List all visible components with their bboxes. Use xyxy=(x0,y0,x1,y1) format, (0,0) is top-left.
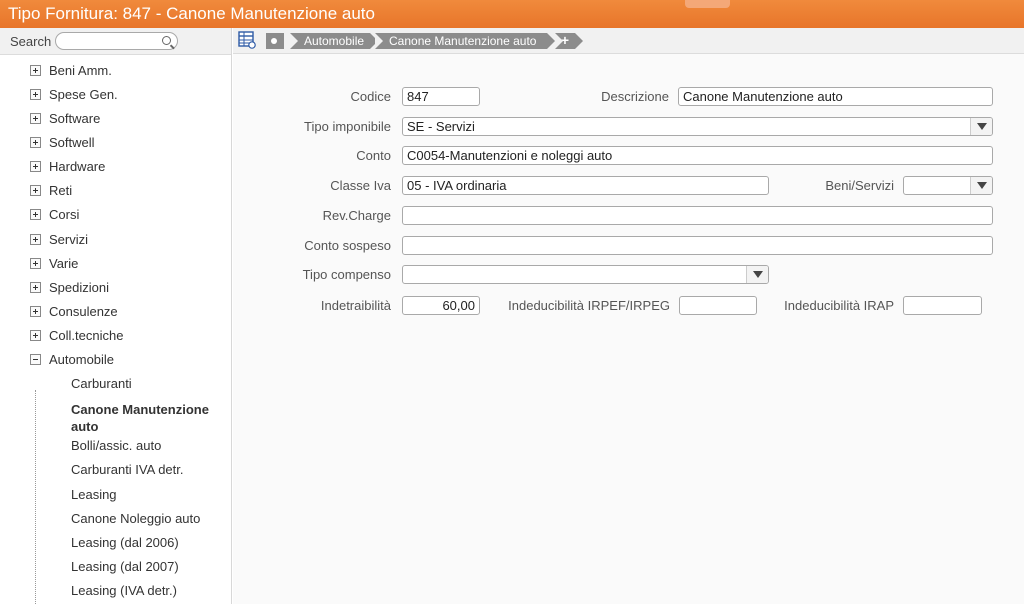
tree-child-carburanti[interactable]: Carburanti xyxy=(71,375,132,392)
codice-field[interactable]: 847 xyxy=(402,87,480,106)
tree-item-label: Spedizioni xyxy=(49,279,109,295)
tree-child-canone-manutenzione-selected[interactable]: Canone Manutenzione xyxy=(71,401,209,418)
tree-item-corsi[interactable]: Corsi xyxy=(30,204,79,224)
tree-child-canone-manutenzione-wrap[interactable]: auto xyxy=(71,418,98,435)
tree-item-hardware[interactable]: Hardware xyxy=(30,156,105,176)
breadcrumb-item-current[interactable]: Canone Manutenzione auto xyxy=(375,33,555,49)
breadcrumb-home-icon[interactable] xyxy=(266,33,284,49)
tree-connector xyxy=(35,390,36,604)
expand-icon[interactable] xyxy=(30,184,41,196)
ind-irap-field[interactable] xyxy=(903,296,982,315)
rev-charge-label: Rev.Charge xyxy=(322,208,391,223)
tree-child-leasing-2006[interactable]: Leasing (dal 2006) xyxy=(71,534,179,551)
tree-item-software[interactable]: Software xyxy=(30,108,100,128)
tipo-imponibile-select[interactable]: SE - Servizi xyxy=(402,117,993,136)
descrizione-field[interactable]: Canone Manutenzione auto xyxy=(678,87,993,106)
tree-item-label: Spese Gen. xyxy=(49,86,118,102)
tree-item-label: Beni Amm. xyxy=(49,62,112,78)
expand-icon[interactable] xyxy=(30,208,41,220)
tree-item-automobile[interactable]: Automobile xyxy=(30,349,114,369)
expand-icon[interactable] xyxy=(30,257,41,269)
tree-item-label: Consulenze xyxy=(49,303,118,319)
tree-item-spese-gen[interactable]: Spese Gen. xyxy=(30,84,118,104)
conto-field[interactable]: C0054-Manutenzioni e noleggi auto xyxy=(402,146,993,165)
toolbar: Automobile Canone Manutenzione auto + xyxy=(233,28,1024,54)
tree-item-consulenze[interactable]: Consulenze xyxy=(30,301,118,321)
main-panel: Automobile Canone Manutenzione auto + Co… xyxy=(233,28,1024,604)
descrizione-label: Descrizione xyxy=(601,89,669,104)
sidebar: Search Beni Amm. Spese Gen. Software Sof… xyxy=(0,28,232,604)
conto-sospeso-field[interactable] xyxy=(402,236,993,255)
tipo-compenso-select[interactable] xyxy=(402,265,769,284)
conto-sospeso-label: Conto sospeso xyxy=(304,238,391,253)
expand-icon[interactable] xyxy=(30,233,41,245)
tree-item-label: Software xyxy=(49,110,101,126)
tree-child-canone-noleggio[interactable]: Canone Noleggio auto xyxy=(71,510,200,527)
expand-icon[interactable] xyxy=(30,136,41,148)
title-handle[interactable] xyxy=(685,0,730,8)
expand-icon[interactable] xyxy=(30,305,41,317)
ind-irap-label: Indeducibilità IRAP xyxy=(784,298,894,313)
tree-item-label: Automobile xyxy=(49,351,115,367)
tree-item-coll-tecniche[interactable]: Coll.tecniche xyxy=(30,325,123,345)
tree-item-label: Corsi xyxy=(49,206,80,222)
codice-label: Codice xyxy=(350,89,391,104)
chevron-down-icon[interactable] xyxy=(970,118,992,135)
expand-icon[interactable] xyxy=(30,112,41,124)
indetraibilita-label: Indetraibilità xyxy=(320,298,391,313)
window-title-bar: Tipo Fornitura: 847 - Canone Manutenzion… xyxy=(0,0,1024,28)
tree-item-reti[interactable]: Reti xyxy=(30,180,72,200)
tree-child-leasing-iva-detr[interactable]: Leasing (IVA detr.) xyxy=(71,582,177,599)
expand-icon[interactable] xyxy=(30,329,41,341)
tree-item-label: Softwell xyxy=(49,134,95,150)
ind-irpef-label: Indeducibilità IRPEF/IRPEG xyxy=(508,298,670,313)
expand-icon[interactable] xyxy=(30,281,41,293)
tree-item-spedizioni[interactable]: Spedizioni xyxy=(30,277,109,297)
indetraibilita-field[interactable]: 60,00 xyxy=(402,296,480,315)
tipo-imponibile-value: SE - Servizi xyxy=(407,119,475,134)
tree-child-leasing-2007[interactable]: Leasing (dal 2007) xyxy=(71,558,179,575)
search-icon[interactable] xyxy=(162,36,172,45)
tree-child-leasing[interactable]: Leasing xyxy=(71,486,117,503)
search-input[interactable] xyxy=(55,32,179,50)
tree-item-softwell[interactable]: Softwell xyxy=(30,132,95,152)
table-view-icon[interactable] xyxy=(238,31,256,49)
tree-child-bolli-assic[interactable]: Bolli/assic. auto xyxy=(71,437,161,454)
expand-icon[interactable] xyxy=(30,64,41,76)
collapse-icon[interactable] xyxy=(30,353,41,365)
ind-irpef-field[interactable] xyxy=(679,296,757,315)
tree-item-beni-amm[interactable]: Beni Amm. xyxy=(30,60,112,80)
window-title: Tipo Fornitura: 847 - Canone Manutenzion… xyxy=(8,4,375,23)
tree-item-servizi[interactable]: Servizi xyxy=(30,229,88,249)
tree-item-label: Reti xyxy=(49,182,73,198)
tree-item-label: Coll.tecniche xyxy=(49,327,124,343)
expand-icon[interactable] xyxy=(30,160,41,172)
classe-iva-field[interactable]: 05 - IVA ordinaria xyxy=(402,176,769,195)
expand-icon[interactable] xyxy=(30,88,41,100)
tree-child-carburanti-iva-detr[interactable]: Carburanti IVA detr. xyxy=(71,461,184,478)
chevron-down-icon[interactable] xyxy=(746,266,768,283)
tree-item-label: Hardware xyxy=(49,158,106,174)
breadcrumb-item-automobile[interactable]: Automobile xyxy=(290,33,378,49)
tree-item-varie[interactable]: Varie xyxy=(30,253,78,273)
tipo-imponibile-label: Tipo imponibile xyxy=(304,119,391,134)
beni-servizi-label: Beni/Servizi xyxy=(825,178,894,193)
tree-item-label: Servizi xyxy=(49,231,89,247)
breadcrumb-add-button[interactable]: + xyxy=(555,33,583,49)
tree-item-label: Varie xyxy=(49,255,79,271)
beni-servizi-select[interactable] xyxy=(903,176,993,195)
chevron-down-icon[interactable] xyxy=(970,177,992,194)
rev-charge-field[interactable] xyxy=(402,206,993,225)
search-label: Search xyxy=(10,33,52,49)
search-bar: Search xyxy=(0,28,231,55)
conto-label: Conto xyxy=(356,148,391,163)
classe-iva-label: Classe Iva xyxy=(330,178,391,193)
tipo-compenso-label: Tipo compenso xyxy=(302,267,391,282)
